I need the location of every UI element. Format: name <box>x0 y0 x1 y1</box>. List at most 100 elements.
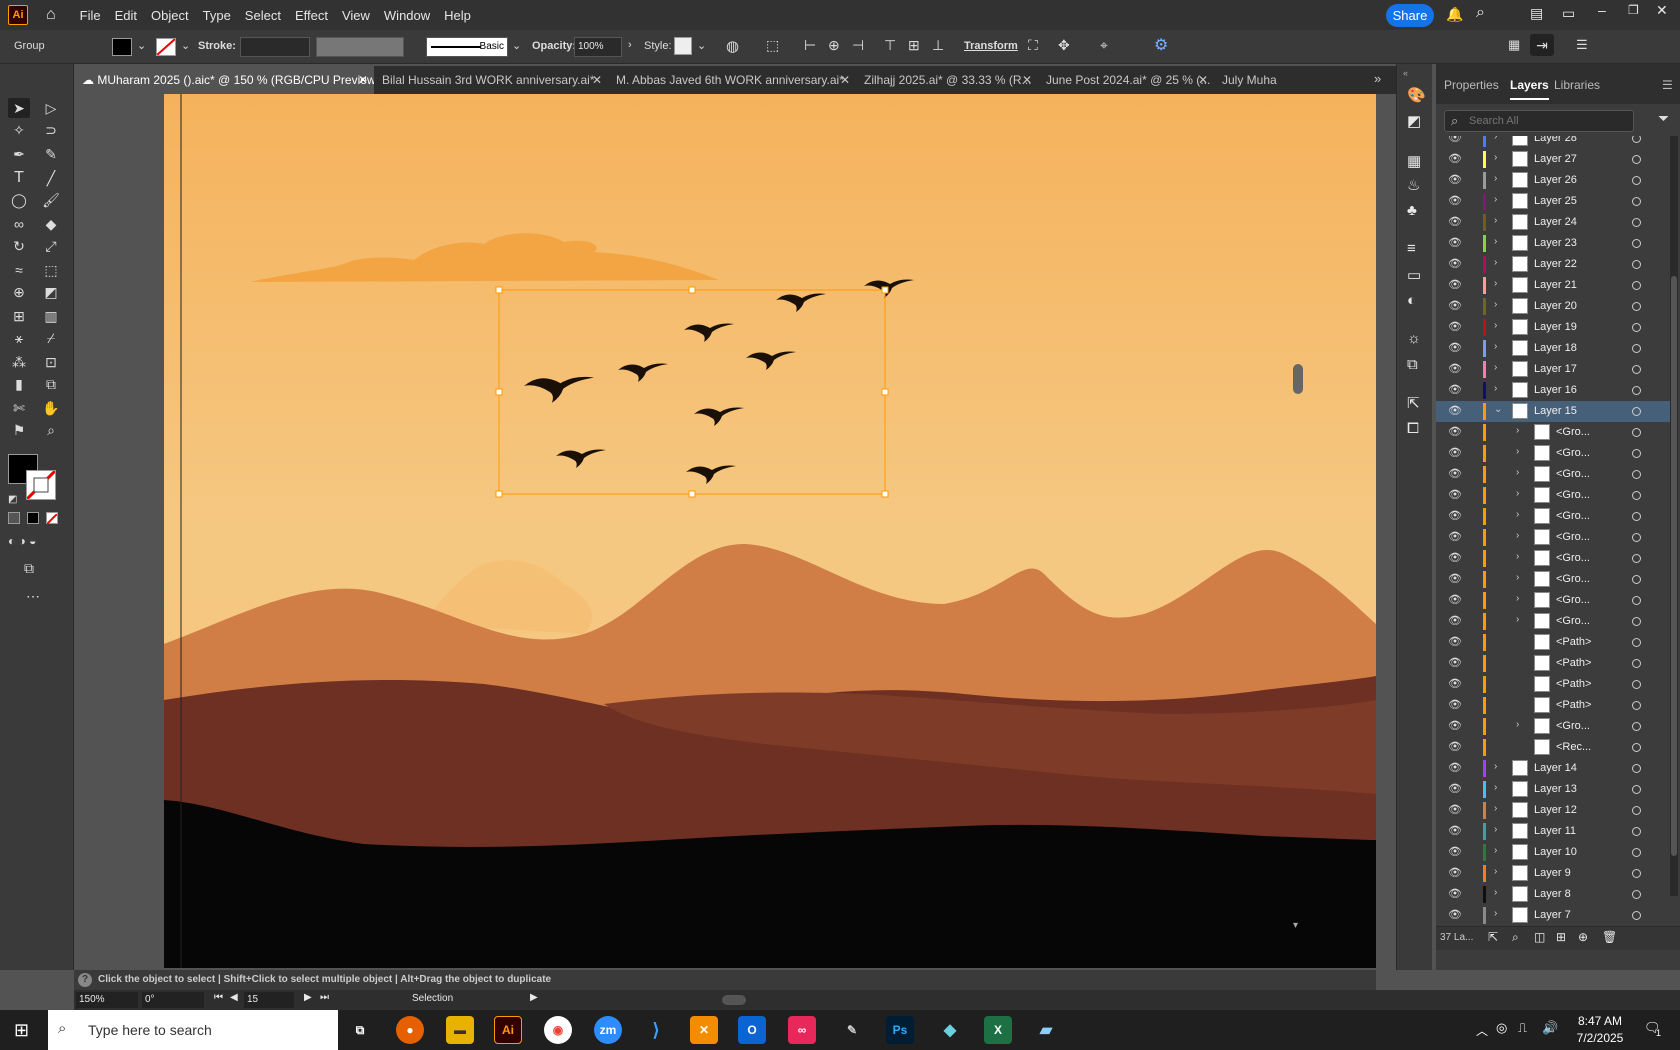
visibility-eye-icon[interactable]: 👁 <box>1448 194 1462 207</box>
symbols-icon[interactable]: ♣ <box>1407 202 1417 219</box>
locate-object-icon[interactable]: ⌕ <box>1512 930 1519 945</box>
layer-name[interactable]: <Gro... <box>1556 447 1590 459</box>
appearance-icon[interactable]: ☼ <box>1407 330 1421 347</box>
transform-button[interactable]: Transform <box>964 40 1018 52</box>
zoom-app-icon[interactable]: zm <box>594 1016 622 1044</box>
visibility-eye-icon[interactable]: 👁 <box>1448 383 1462 396</box>
layer-row[interactable]: 👁 <Path> <box>1436 632 1672 653</box>
direct-selection-tool-icon[interactable]: ▷ <box>40 98 62 118</box>
quick-actions-icon[interactable]: ⚙ <box>1154 35 1168 55</box>
chevron-right-icon[interactable]: › <box>1494 173 1497 184</box>
chevron-down-icon[interactable]: ⌄ <box>1494 404 1502 415</box>
layer-name[interactable]: <Gro... <box>1556 573 1590 585</box>
layer-name[interactable]: Layer 16 <box>1534 384 1577 396</box>
clock-time[interactable]: 8:47 AM <box>1568 1014 1632 1028</box>
last-artboard-icon[interactable]: ⏭ <box>320 992 329 1003</box>
draw-normal-icon[interactable]: ◐ ◑ ◒ <box>8 534 36 548</box>
chevron-right-icon[interactable]: › <box>1494 320 1497 331</box>
layer-row[interactable]: 👁 › <Gro... <box>1436 611 1672 632</box>
isolate-icon[interactable]: ⛶ <box>1028 37 1038 54</box>
close-icon[interactable]: ✕ <box>358 66 368 94</box>
creative-cloud-icon[interactable]: ∞ <box>788 1016 816 1044</box>
layer-name[interactable]: Layer 12 <box>1534 804 1577 816</box>
selection-handle[interactable] <box>495 286 503 294</box>
layer-row[interactable]: 👁 › Layer 18 <box>1436 338 1672 359</box>
chevron-right-icon[interactable]: › <box>1494 257 1497 268</box>
close-icon[interactable]: ✕ <box>1198 66 1208 94</box>
target-circle-icon[interactable] <box>1632 428 1641 437</box>
target-circle-icon[interactable] <box>1632 491 1641 500</box>
layer-row[interactable]: 👁 › Layer 24 <box>1436 212 1672 233</box>
tab-muharam[interactable]: ☁ MUharam 2025 ().aic* @ 150 % (RGB/CPU … <box>74 66 374 94</box>
layer-row[interactable]: 👁 › Layer 12 <box>1436 800 1672 821</box>
gradient-tool-icon[interactable]: ▥ <box>40 306 62 326</box>
stroke-icon[interactable]: ≡ <box>1407 240 1416 257</box>
magic-wand-tool-icon[interactable]: ✧ <box>8 120 30 140</box>
hand-tool-icon[interactable]: ✋ <box>40 398 62 418</box>
help-icon[interactable]: ? <box>78 973 92 987</box>
target-circle-icon[interactable] <box>1632 806 1641 815</box>
visibility-eye-icon[interactable]: 👁 <box>1448 404 1462 417</box>
visibility-eye-icon[interactable]: 👁 <box>1448 614 1462 627</box>
layer-row[interactable]: 👁 › <Gro... <box>1436 716 1672 737</box>
new-sublayer-icon[interactable]: ⊞ <box>1556 930 1566 944</box>
visibility-eye-icon[interactable]: 👁 <box>1448 236 1462 249</box>
chevron-right-icon[interactable]: › <box>1494 908 1497 919</box>
live-paint-tool-icon[interactable]: ⊡ <box>40 352 62 372</box>
visibility-eye-icon[interactable]: 👁 <box>1448 845 1462 858</box>
chevron-right-icon[interactable]: › <box>1494 152 1497 163</box>
visibility-eye-icon[interactable]: 👁 <box>1448 887 1462 900</box>
layer-row[interactable]: 👁 › Layer 10 <box>1436 842 1672 863</box>
free-transform-tool-icon[interactable]: ⬚ <box>40 260 62 280</box>
close-icon[interactable]: ✕ <box>1656 2 1668 19</box>
new-layer-icon[interactable]: ⊕ <box>1578 930 1588 944</box>
layer-row[interactable]: 👁 › Layer 13 <box>1436 779 1672 800</box>
chevron-right-icon[interactable]: › <box>1494 383 1497 394</box>
transparency-icon[interactable]: ◐ <box>1407 292 1416 309</box>
shape-builder-tool-icon[interactable]: ⊕ <box>8 282 30 302</box>
layers-scroll-thumb[interactable] <box>1671 276 1677 856</box>
rotation-field[interactable]: 0° <box>142 992 204 1008</box>
layer-name[interactable]: <Gro... <box>1556 615 1590 627</box>
align-top-icon[interactable]: ⊤ <box>884 37 896 54</box>
target-circle-icon[interactable] <box>1632 323 1641 332</box>
menu-edit[interactable]: Edit <box>115 8 137 23</box>
stroke-weight-field[interactable] <box>240 37 310 57</box>
xampp-icon[interactable]: ✕ <box>690 1016 718 1044</box>
layer-name[interactable]: <Gro... <box>1556 489 1590 501</box>
target-circle-icon[interactable] <box>1632 155 1641 164</box>
close-icon[interactable]: ✕ <box>840 66 850 94</box>
brush-field[interactable]: Basic <box>426 37 508 57</box>
chevron-right-icon[interactable]: › <box>1494 761 1497 772</box>
layer-name[interactable]: <Gro... <box>1556 720 1590 732</box>
tab-july[interactable]: July Muha <box>1214 66 1294 94</box>
close-icon[interactable]: ✕ <box>592 66 602 94</box>
visibility-eye-icon[interactable]: 👁 <box>1448 719 1462 732</box>
align-bottom-icon[interactable]: ⊥ <box>932 37 944 54</box>
layer-name[interactable]: <Gro... <box>1556 531 1590 543</box>
close-icon[interactable]: ✕ <box>1022 66 1032 94</box>
layer-name[interactable]: Layer 24 <box>1534 216 1577 228</box>
tab-layers[interactable]: Layers <box>1510 78 1549 100</box>
visibility-eye-icon[interactable]: 👁 <box>1448 803 1462 816</box>
target-circle-icon[interactable] <box>1632 260 1641 269</box>
chevron-right-icon[interactable]: › <box>1494 278 1497 289</box>
menu-help[interactable]: Help <box>444 8 471 23</box>
chevron-right-icon[interactable]: › <box>1494 782 1497 793</box>
chevron-down-icon[interactable]: ⌄ <box>697 39 706 52</box>
status-menu-icon[interactable]: ▶ <box>530 992 538 1003</box>
menu-window[interactable]: Window <box>384 8 430 23</box>
layer-row[interactable]: 👁 › Layer 11 <box>1436 821 1672 842</box>
puppet-icon[interactable]: ✥ <box>1058 37 1070 54</box>
target-circle-icon[interactable] <box>1632 344 1641 353</box>
layer-row[interactable]: 👁 › Layer 27 <box>1436 149 1672 170</box>
visibility-eye-icon[interactable]: 👁 <box>1448 257 1462 270</box>
target-circle-icon[interactable] <box>1632 659 1641 668</box>
export-layer-icon[interactable]: ⇱ <box>1488 930 1498 944</box>
vertical-scrollbar[interactable] <box>1293 364 1303 394</box>
layer-row[interactable]: 👁 › <Gro... <box>1436 464 1672 485</box>
pen-app-icon[interactable]: ✎ <box>838 1016 866 1044</box>
layer-row[interactable]: 👁 › Layer 9 <box>1436 863 1672 884</box>
photoshop-icon[interactable]: Ps <box>886 1016 914 1044</box>
chevron-right-icon[interactable]: › <box>1494 845 1497 856</box>
